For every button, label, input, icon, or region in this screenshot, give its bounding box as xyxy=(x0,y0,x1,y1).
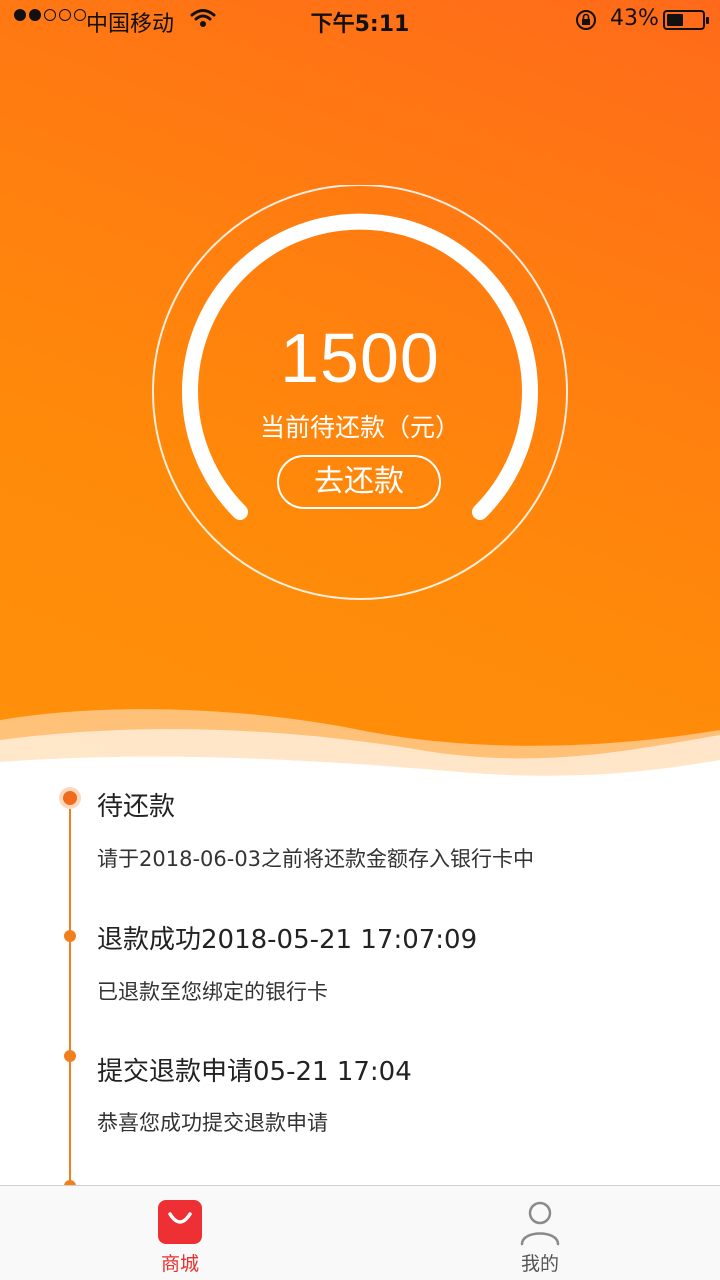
timeline-dot xyxy=(64,930,76,942)
rotation-lock-icon xyxy=(574,8,598,38)
hero-panel: 中国移动 下午5:11 43% 1500 当前待还款（元） 去还款 xyxy=(0,0,720,790)
user-icon xyxy=(519,1200,561,1250)
repayment-timeline: 待还款 请于2018-06-03之前将还款金额存入银行卡中 退款成功2018-0… xyxy=(0,780,720,1192)
timeline-dot xyxy=(64,1050,76,1062)
status-bar: 中国移动 下午5:11 43% xyxy=(0,0,720,40)
repay-button[interactable]: 去还款 xyxy=(277,455,441,509)
timeline-desc: 请于2018-06-03之前将还款金额存入银行卡中 xyxy=(97,847,535,871)
timeline-title: 提交退款申请05-21 17:04 xyxy=(97,1057,412,1087)
tab-bar: 商城 我的 xyxy=(0,1185,720,1280)
battery-icon xyxy=(663,10,709,30)
shopping-bag-icon xyxy=(158,1200,202,1244)
timeline-title: 退款成功2018-05-21 17:07:09 xyxy=(97,925,478,955)
decorative-waves xyxy=(0,709,720,790)
timeline-title: 待还款 xyxy=(97,792,176,822)
pending-amount-label: 当前待还款（元） xyxy=(259,413,460,442)
timeline-dot-current xyxy=(59,787,81,809)
tab-shop-label: 商城 xyxy=(160,1253,199,1275)
timeline-desc: 已退款至您绑定的银行卡 xyxy=(97,980,328,1004)
battery-percent: 43% xyxy=(610,6,659,31)
timeline-desc: 恭喜您成功提交退款申请 xyxy=(97,1111,328,1135)
tab-shop[interactable]: 商城 xyxy=(0,1186,360,1280)
timeline-line xyxy=(69,800,71,1190)
tab-mine-label: 我的 xyxy=(520,1253,559,1275)
pending-amount: 1500 xyxy=(280,319,440,397)
